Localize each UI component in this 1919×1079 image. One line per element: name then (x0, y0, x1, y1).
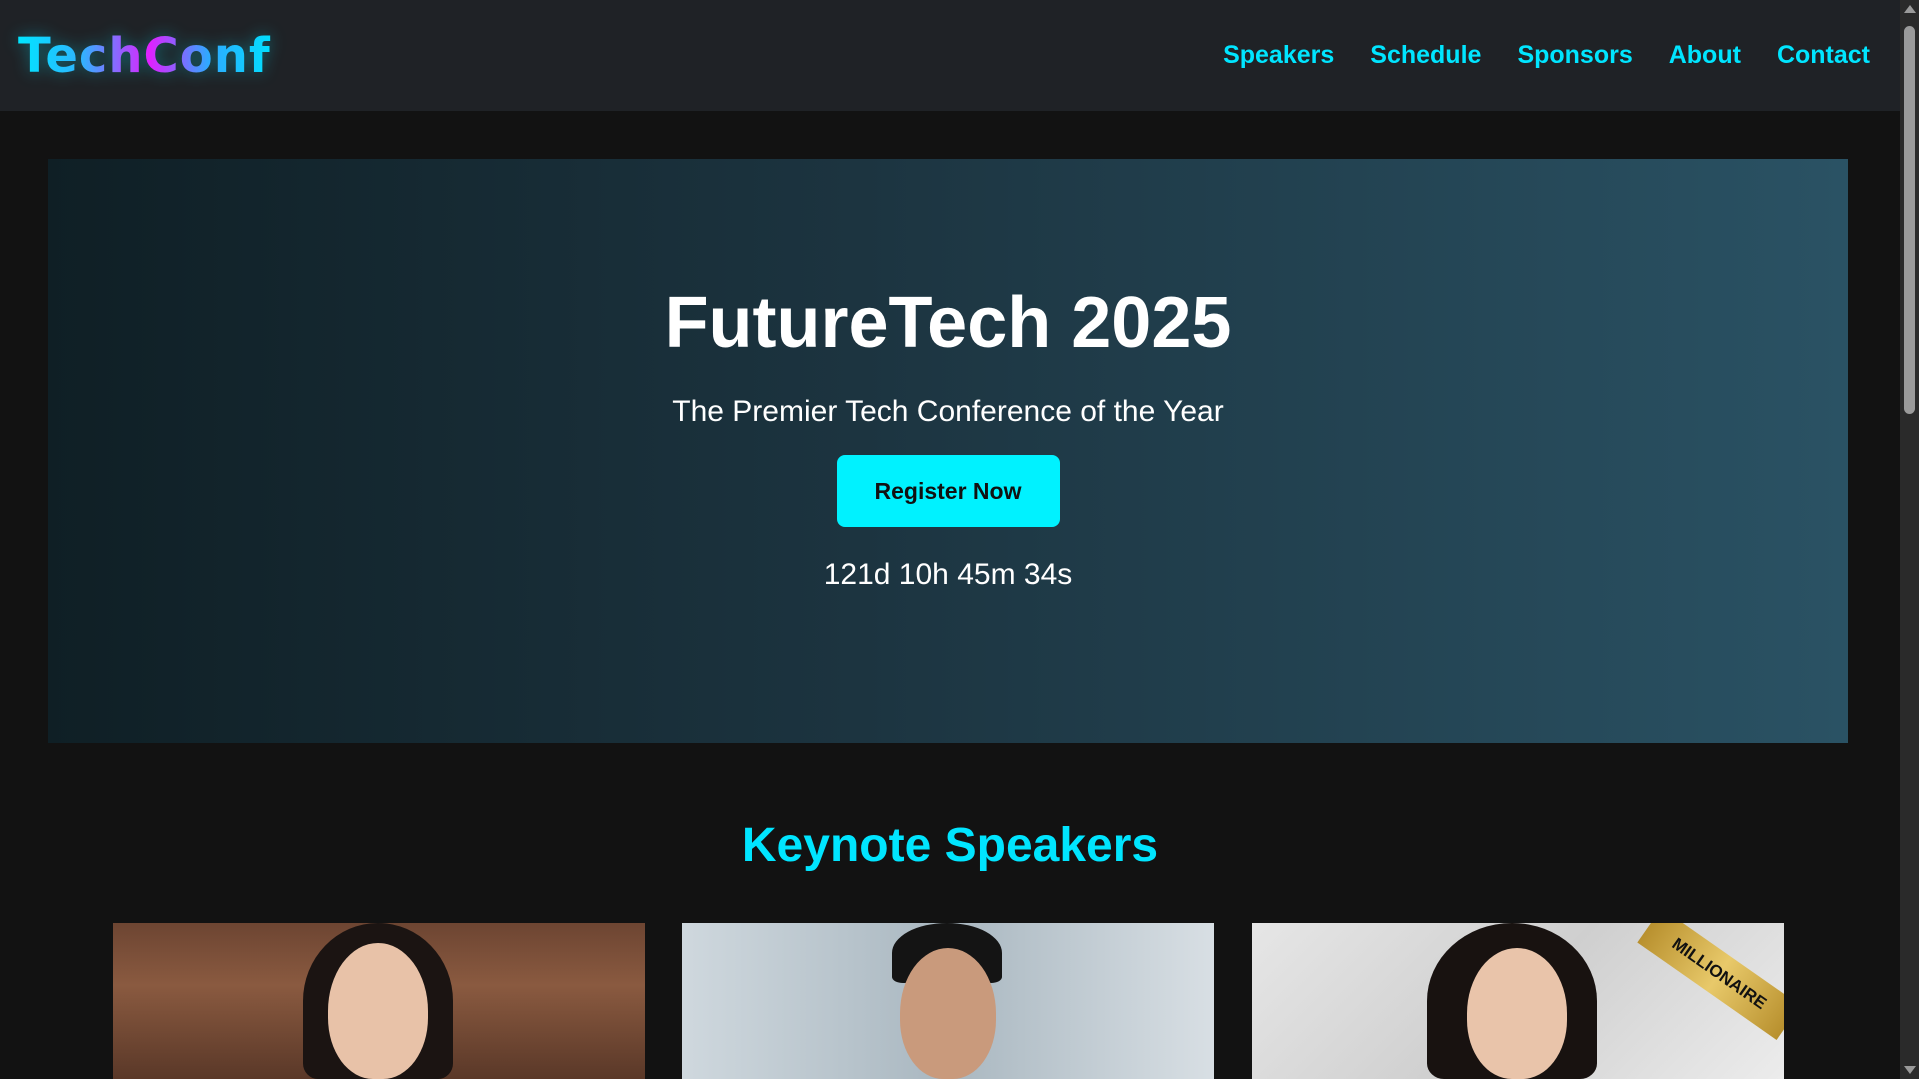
speaker-photo: MILLIONAIRE (1252, 923, 1784, 1079)
nav-link-schedule[interactable]: Schedule (1370, 41, 1481, 70)
navbar: TechConf Speakers Schedule Sponsors Abou… (0, 0, 1900, 111)
hero-subtitle: The Premier Tech Conference of the Year (672, 395, 1224, 428)
millionaire-badge: MILLIONAIRE (1637, 923, 1784, 1040)
speaker-photo (113, 923, 645, 1079)
scrollbar-thumb[interactable] (1904, 26, 1915, 414)
register-button[interactable]: Register Now (836, 455, 1060, 527)
main-nav: Speakers Schedule Sponsors About Contact (1223, 41, 1870, 70)
speaker-card[interactable] (113, 923, 645, 1079)
speaker-face (1467, 948, 1567, 1079)
scroll-down-arrow-icon[interactable] (1904, 1066, 1916, 1074)
speaker-face (328, 943, 428, 1079)
scroll-up-arrow-icon[interactable] (1904, 5, 1916, 13)
nav-link-speakers[interactable]: Speakers (1223, 41, 1334, 70)
nav-link-contact[interactable]: Contact (1777, 41, 1870, 70)
vertical-scrollbar[interactable] (1900, 0, 1919, 1079)
nav-link-about[interactable]: About (1669, 41, 1741, 70)
speaker-card[interactable] (682, 923, 1214, 1079)
hero-banner: FutureTech 2025 The Premier Tech Confere… (48, 159, 1848, 743)
speaker-card[interactable]: MILLIONAIRE (1252, 923, 1784, 1079)
speaker-face (900, 948, 996, 1079)
hero-title: FutureTech 2025 (664, 283, 1232, 363)
nav-link-sponsors[interactable]: Sponsors (1517, 41, 1632, 70)
speakers-section-title: Keynote Speakers (741, 819, 1159, 872)
countdown-timer: 121d 10h 45m 34s (823, 558, 1073, 591)
speaker-photo (682, 923, 1214, 1079)
site-logo[interactable]: TechConf (18, 28, 271, 84)
